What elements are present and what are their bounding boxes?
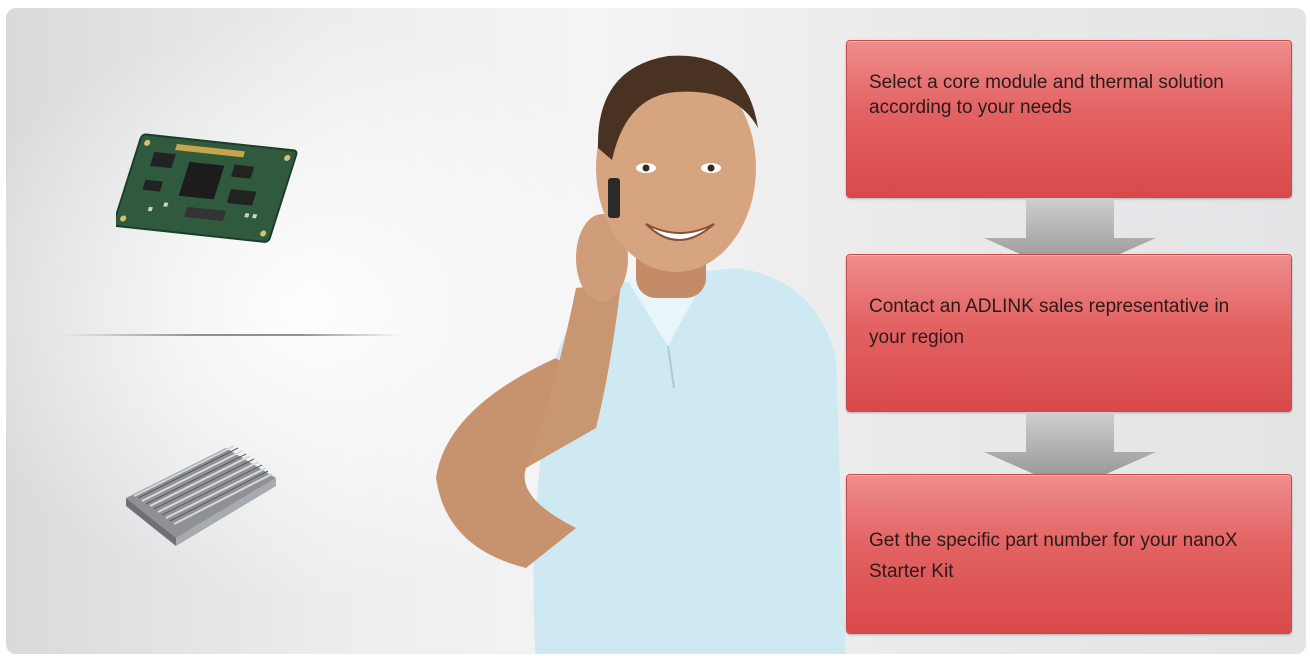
module-board-icon <box>116 133 298 243</box>
section-divider <box>61 334 401 336</box>
person-on-phone-image <box>436 55 846 654</box>
step-1-box: Select a core module and thermal solutio… <box>846 40 1292 198</box>
heatsink-icon <box>126 445 276 546</box>
step-2-box: Contact an ADLINK sales representative i… <box>846 254 1292 412</box>
step-3-box: Get the specific part number for your na… <box>846 474 1292 634</box>
step-3-text: Get the specific part number for your na… <box>869 530 1238 583</box>
step-1-text: Select a core module and thermal solutio… <box>869 72 1224 118</box>
step-2-text: Contact an ADLINK sales representative i… <box>869 296 1230 349</box>
content-panel: Select a core module and thermal solutio… <box>6 8 1306 654</box>
